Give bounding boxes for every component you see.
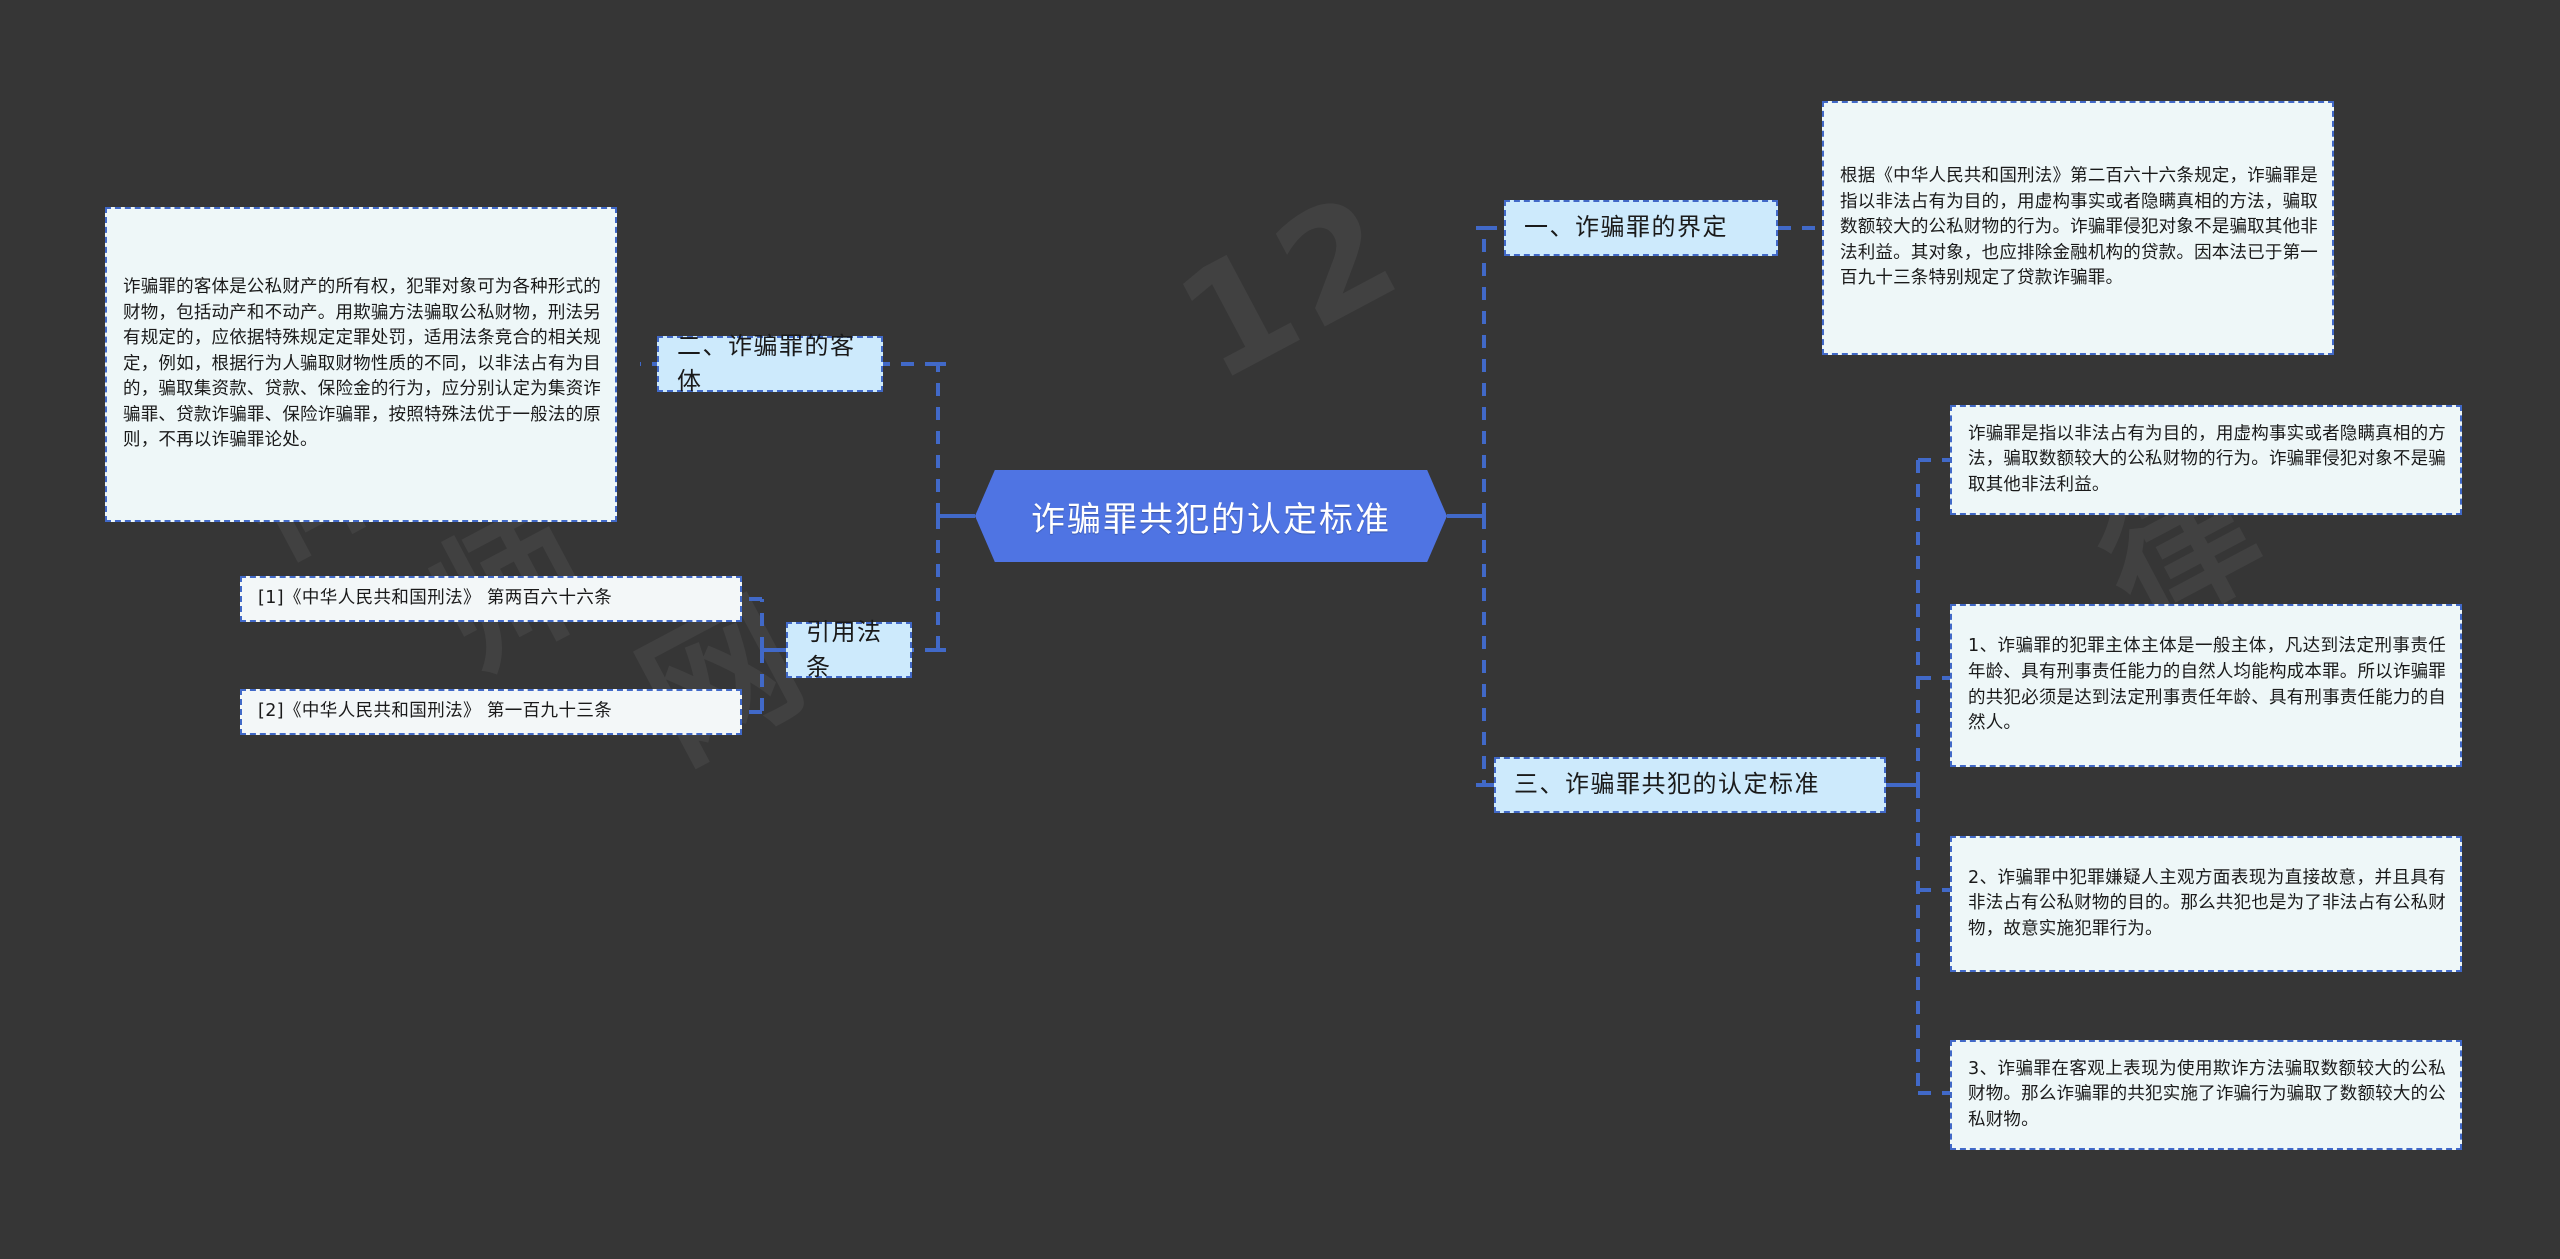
citation-item-2[interactable]: [2]《中华人民共和国刑法》 第一百九十三条 <box>240 689 742 735</box>
leaf-object-detail[interactable]: 诈骗罪的客体是公私财产的所有权，犯罪对象可为各种形式的财物，包括动产和不动产。用… <box>105 207 617 522</box>
branch-node-object-label: 二、诈骗罪的客体 <box>677 331 856 395</box>
leaf-accomplice-1[interactable]: 1、诈骗罪的犯罪主体主体是一般主体，凡达到法定刑事责任年龄、具有刑事责任能力的自… <box>1950 604 2462 767</box>
leaf-definition-detail-text: 根据《中华人民共和国刑法》第二百六十六条规定，诈骗罪是指以非法占有为目的，用虚构… <box>1840 166 2318 289</box>
leaf-accomplice-2-text: 2、诈骗罪中犯罪嫌疑人主观方面表现为直接故意，并且具有非法占有公私财物的目的。那… <box>1968 867 2446 939</box>
leaf-accomplice-0-text: 诈骗罪是指以非法占有为目的，用虚构事实或者隐瞒真相的方法，骗取数额较大的公私财物… <box>1968 423 2446 495</box>
leaf-object-detail-text: 诈骗罪的客体是公私财产的所有权，犯罪对象可为各种形式的财物，包括动产和不动产。用… <box>123 277 601 451</box>
leaf-accomplice-2[interactable]: 2、诈骗罪中犯罪嫌疑人主观方面表现为直接故意，并且具有非法占有公私财物的目的。那… <box>1950 836 2462 972</box>
leaf-accomplice-3[interactable]: 3、诈骗罪在客观上表现为使用欺诈方法骗取数额较大的公私财物。那么诈骗罪的共犯实施… <box>1950 1040 2462 1150</box>
leaf-accomplice-1-text: 1、诈骗罪的犯罪主体主体是一般主体，凡达到法定刑事责任年龄、具有刑事责任能力的自… <box>1968 636 2446 734</box>
root-node[interactable]: 诈骗罪共犯的认定标准 <box>975 470 1447 562</box>
citation-item-2-label: [2]《中华人民共和国刑法》 第一百九十三条 <box>258 701 613 722</box>
branch-node-definition[interactable]: 一、诈骗罪的界定 <box>1504 200 1778 256</box>
root-node-label: 诈骗罪共犯的认定标准 <box>1031 499 1391 540</box>
branch-node-accomplice-label: 三、诈骗罪共犯的认定标准 <box>1514 770 1820 799</box>
citation-item-1-label: [1]《中华人民共和国刑法》 第两百六十六条 <box>258 588 613 609</box>
leaf-definition-detail[interactable]: 根据《中华人民共和国刑法》第二百六十六条规定，诈骗罪是指以非法占有为目的，用虚构… <box>1822 101 2334 355</box>
watermark-3: 12 <box>1152 158 1429 416</box>
branch-node-definition-label: 一、诈骗罪的界定 <box>1524 213 1728 242</box>
leaf-accomplice-3-text: 3、诈骗罪在客观上表现为使用欺诈方法骗取数额较大的公私财物。那么诈骗罪的共犯实施… <box>1968 1058 2446 1130</box>
branch-node-citations[interactable]: 引用法条 <box>786 618 912 681</box>
branch-node-citations-label: 引用法条 <box>806 617 883 681</box>
citation-item-1[interactable]: [1]《中华人民共和国刑法》 第两百六十六条 <box>240 576 742 622</box>
branch-node-object[interactable]: 二、诈骗罪的客体 <box>657 332 883 395</box>
leaf-accomplice-0[interactable]: 诈骗罪是指以非法占有为目的，用虚构事实或者隐瞒真相的方法，骗取数额较大的公私财物… <box>1950 405 2462 515</box>
mindmap-canvas: 律 师 12 华 律 网 <box>0 0 2560 1259</box>
branch-node-accomplice[interactable]: 三、诈骗罪共犯的认定标准 <box>1494 757 1886 813</box>
